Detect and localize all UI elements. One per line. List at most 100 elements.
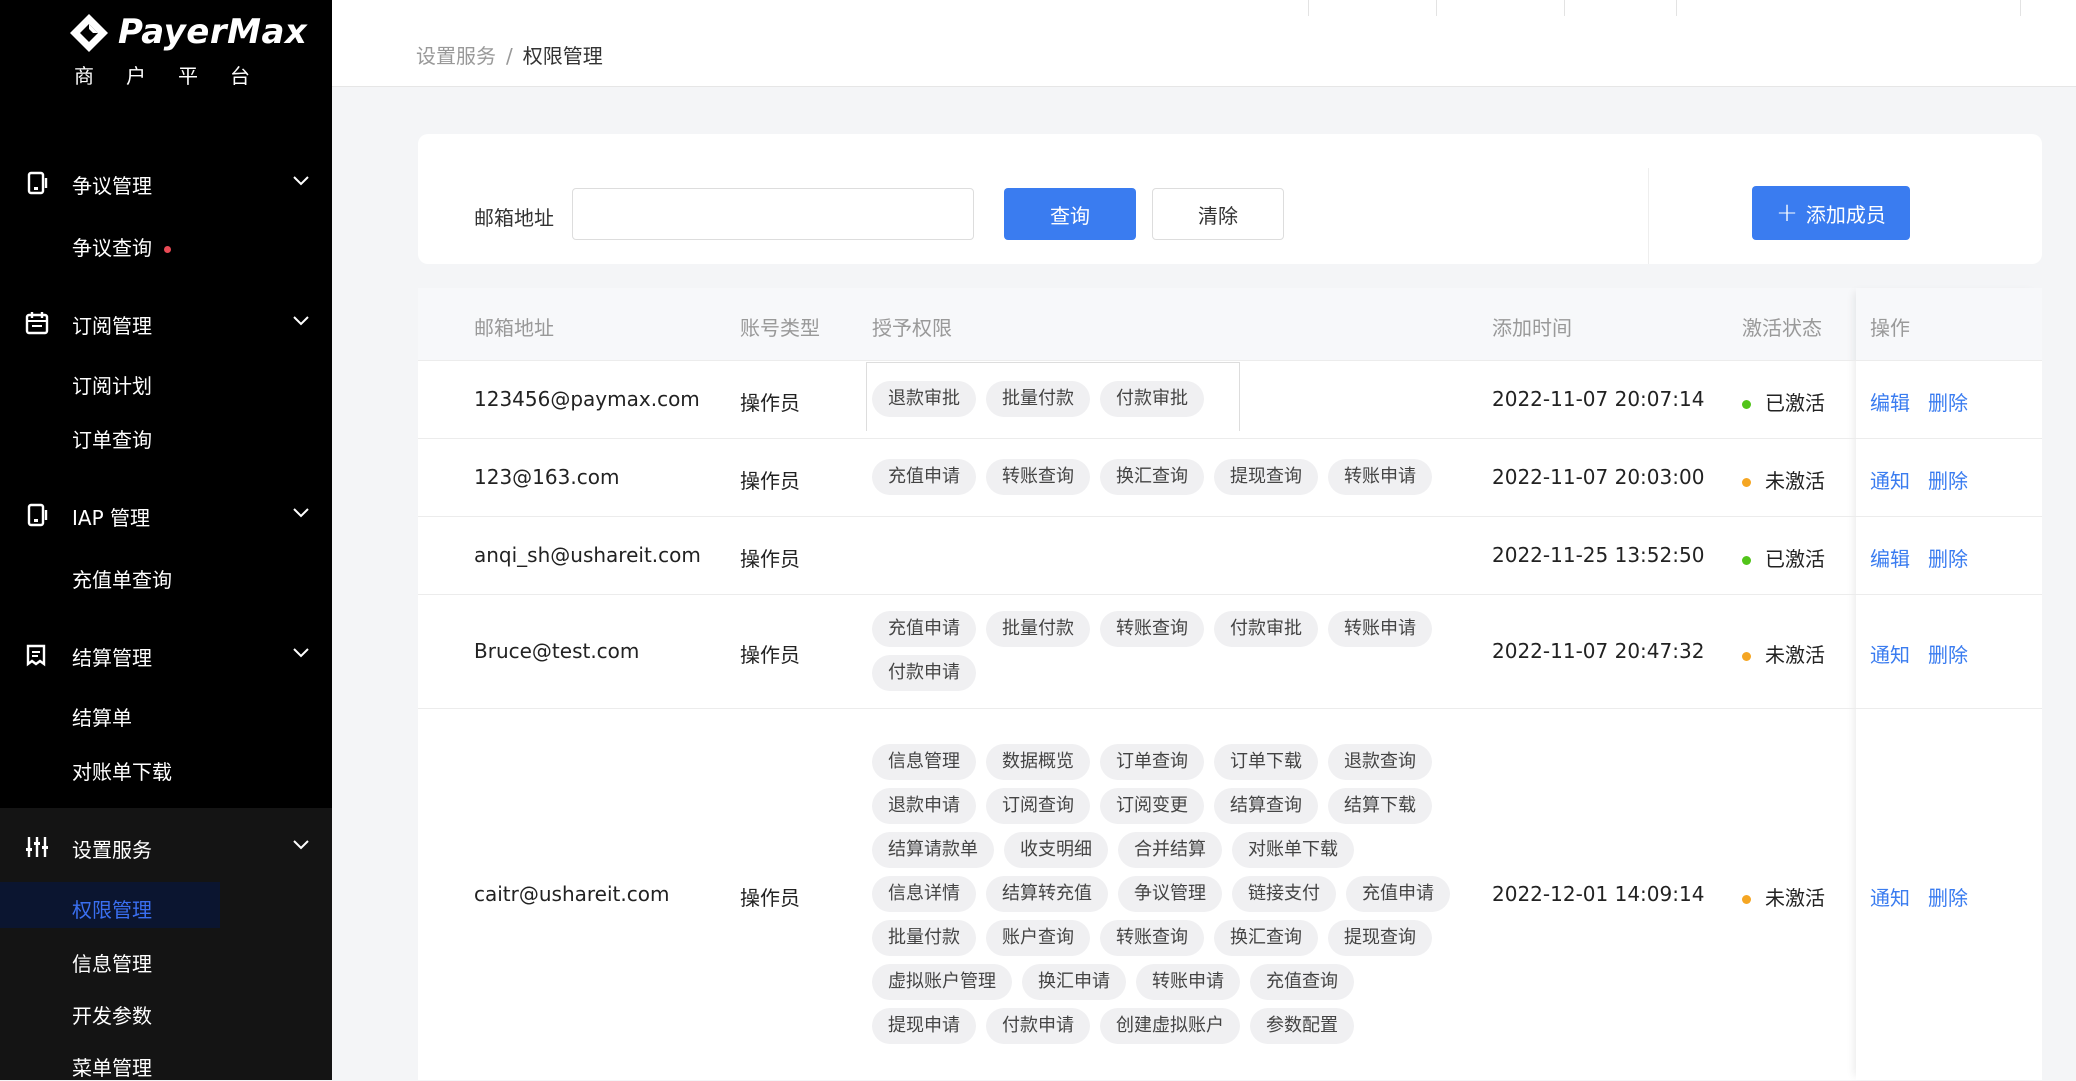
permission-tag: 批量付款 xyxy=(986,381,1090,417)
delete-link[interactable]: 删除 xyxy=(1928,387,1968,416)
delete-link[interactable]: 删除 xyxy=(1928,639,1968,668)
add-member-button[interactable]: + 添加成员 xyxy=(1752,186,1910,240)
row-divider xyxy=(418,708,2042,709)
sidebar-item-permission-management[interactable]: 权限管理 xyxy=(72,894,152,923)
permission-tag: 转账申请 xyxy=(1136,964,1240,1000)
email-cell: anqi_sh@ushareit.com xyxy=(474,543,701,567)
permission-tag: 信息详情 xyxy=(872,876,976,912)
permission-tag: 充值申请 xyxy=(872,611,976,647)
payermax-logo-icon xyxy=(70,14,108,52)
added-time-cell: 2022-12-01 14:09:14 xyxy=(1492,882,1705,906)
permission-tag: 付款审批 xyxy=(1214,611,1318,647)
query-button[interactable]: 查询 xyxy=(1004,188,1136,240)
status-dot-icon xyxy=(1742,556,1751,565)
divider xyxy=(1436,0,1437,16)
phone-icon xyxy=(27,503,48,527)
sidebar-group-dispute[interactable]: 争议管理 xyxy=(0,162,332,202)
column-header-account-type: 账号类型 xyxy=(740,316,820,340)
permission-tag: 收支明细 xyxy=(1004,832,1108,868)
notify-link[interactable]: 通知 xyxy=(1870,639,1910,668)
sidebar-item-dispute-query[interactable]: 争议查询 xyxy=(72,232,171,261)
chevron-down-icon xyxy=(293,176,309,186)
permission-tag: 退款审批 xyxy=(872,381,976,417)
clear-button[interactable]: 清除 xyxy=(1152,188,1284,240)
delete-link[interactable]: 删除 xyxy=(1928,543,1968,572)
account-type-cell: 操作员 xyxy=(740,391,800,415)
permission-tag: 合并结算 xyxy=(1118,832,1222,868)
chevron-down-icon xyxy=(293,648,309,658)
sidebar-item-subscription-plan[interactable]: 订阅计划 xyxy=(72,370,152,399)
breadcrumb: 设置服务 / 权限管理 xyxy=(416,40,603,69)
sidebar-group-label: 结算管理 xyxy=(72,646,152,670)
email-cell: Bruce@test.com xyxy=(474,639,640,663)
permission-tag: 订阅变更 xyxy=(1100,788,1204,824)
column-header-added-time: 添加时间 xyxy=(1492,316,1572,340)
sidebar-group-label: 争议管理 xyxy=(72,174,152,198)
sidebar-group-settings[interactable]: 设置服务 xyxy=(0,826,332,866)
permission-tag: 数据概览 xyxy=(986,744,1090,780)
phone-icon xyxy=(27,171,48,195)
permission-tag: 创建虚拟账户 xyxy=(1100,1008,1240,1044)
permission-tag: 结算转充值 xyxy=(986,876,1108,912)
breadcrumb-current: 权限管理 xyxy=(522,44,603,68)
status-text: 未激活 xyxy=(1765,886,1825,910)
permission-tag: 争议管理 xyxy=(1118,876,1222,912)
column-header-permissions: 授予权限 xyxy=(872,316,952,340)
sidebar-group-iap[interactable]: IAP 管理 xyxy=(0,494,332,534)
status-cell: 未激活 xyxy=(1742,882,1825,911)
delete-link[interactable]: 删除 xyxy=(1928,882,1968,911)
add-member-label: 添加成员 xyxy=(1805,202,1886,227)
sidebar-item-statement-download[interactable]: 对账单下载 xyxy=(72,756,172,785)
sidebar-group-subscription[interactable]: 订阅管理 xyxy=(0,302,332,342)
column-header-status: 激活状态 xyxy=(1742,316,1822,340)
sidebar-item-settlement-bill[interactable]: 结算单 xyxy=(72,702,132,731)
permission-tag: 账户查询 xyxy=(986,920,1090,956)
sidebar-item-dev-params[interactable]: 开发参数 xyxy=(72,1000,152,1029)
divider xyxy=(1676,0,1677,16)
permission-tag: 结算请款单 xyxy=(872,832,994,868)
permission-tag: 对账单下载 xyxy=(1232,832,1354,868)
status-cell: 已激活 xyxy=(1742,387,1825,416)
notify-link[interactable]: 通知 xyxy=(1870,465,1910,494)
email-filter-input[interactable] xyxy=(572,188,974,240)
sliders-icon xyxy=(26,837,48,857)
edit-link[interactable]: 编辑 xyxy=(1870,387,1910,416)
email-cell: 123@163.com xyxy=(474,465,620,489)
notify-link[interactable]: 通知 xyxy=(1870,882,1910,911)
account-type-cell: 操作员 xyxy=(740,469,800,493)
delete-link[interactable]: 删除 xyxy=(1928,465,1968,494)
divider xyxy=(1648,168,1649,264)
account-type-cell: 操作员 xyxy=(740,547,800,571)
status-dot-icon xyxy=(1742,400,1751,409)
sidebar-item-info-management[interactable]: 信息管理 xyxy=(72,948,152,977)
sidebar-item-recharge-query[interactable]: 充值单查询 xyxy=(72,564,172,593)
notification-dot xyxy=(164,246,171,253)
permission-tag: 转账查询 xyxy=(986,459,1090,495)
brand-name: PayerMax xyxy=(118,12,308,52)
column-header-email: 邮箱地址 xyxy=(474,316,554,340)
account-type-cell: 操作员 xyxy=(740,643,800,667)
status-text: 已激活 xyxy=(1765,391,1825,415)
sidebar-item-order-query[interactable]: 订单查询 xyxy=(72,424,152,453)
logo: PayerMax 商户平台 xyxy=(68,8,307,88)
brand-subtitle: 商户平台 xyxy=(74,64,282,88)
sidebar: PayerMax 商户平台 争议管理 争议查询 订阅管理 订阅计划 订单查询 I… xyxy=(0,0,332,1080)
permission-tag: 订单下载 xyxy=(1214,744,1318,780)
permission-tag: 换汇申请 xyxy=(1022,964,1126,1000)
permission-tag: 付款申请 xyxy=(872,655,976,691)
permission-tag: 结算下载 xyxy=(1328,788,1432,824)
plus-icon: + xyxy=(1776,198,1798,228)
status-dot-icon xyxy=(1742,478,1751,487)
edit-link[interactable]: 编辑 xyxy=(1870,543,1910,572)
permission-tag: 提现查询 xyxy=(1214,459,1318,495)
email-cell: caitr@ushareit.com xyxy=(474,882,670,906)
permission-tag: 批量付款 xyxy=(872,920,976,956)
sidebar-item-menu-management[interactable]: 菜单管理 xyxy=(72,1052,152,1081)
divider xyxy=(1308,0,1309,16)
added-time-cell: 2022-11-07 20:03:00 xyxy=(1492,465,1705,489)
permission-tag: 转账申请 xyxy=(1328,611,1432,647)
sidebar-item-label: 争议查询 xyxy=(72,236,152,260)
permission-tag: 提现查询 xyxy=(1328,920,1432,956)
sidebar-group-settlement[interactable]: 结算管理 xyxy=(0,634,332,674)
breadcrumb-parent[interactable]: 设置服务 xyxy=(416,44,496,68)
